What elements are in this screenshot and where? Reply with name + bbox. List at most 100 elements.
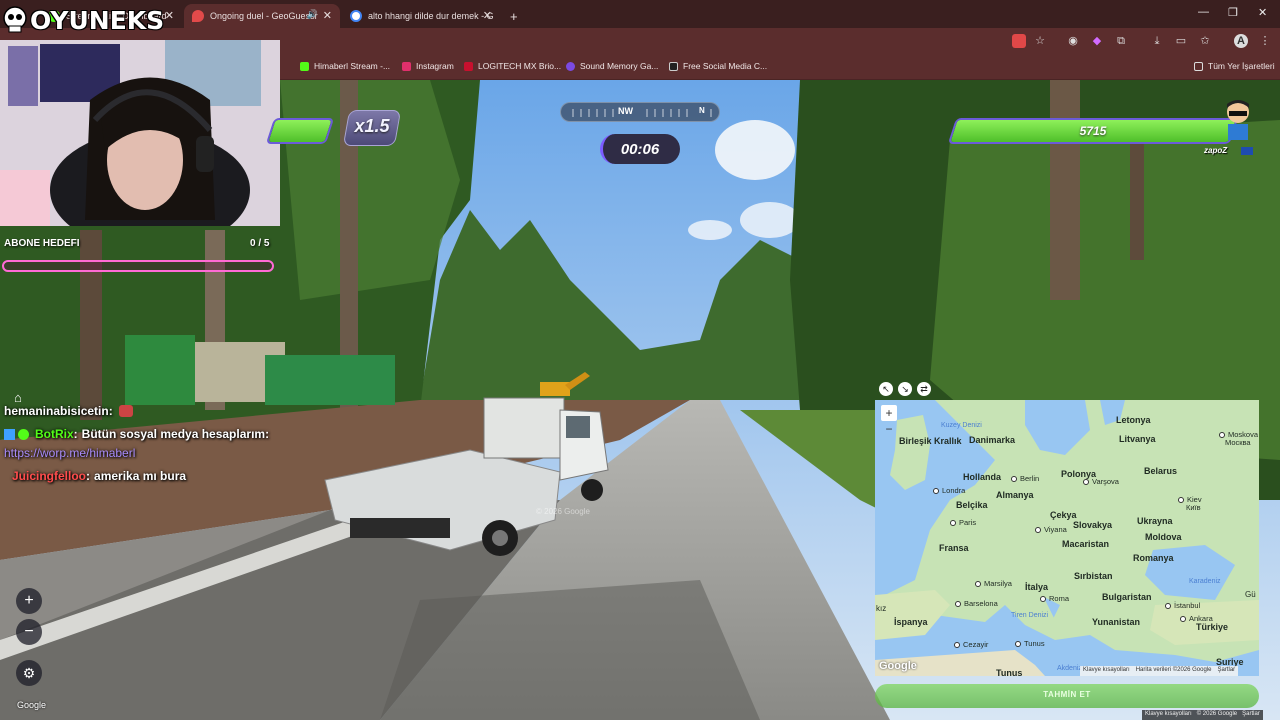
bookmark-label: LOGITECH MX Brio... bbox=[478, 61, 562, 71]
footer-link[interactable]: Klavye kısayolları bbox=[1145, 711, 1192, 719]
download-icon[interactable]: ⤓ bbox=[1150, 34, 1164, 48]
close-icon[interactable]: ✕ bbox=[323, 9, 332, 22]
footer-link[interactable]: Şartlar bbox=[1242, 711, 1260, 719]
close-icon[interactable]: ✕ bbox=[483, 9, 492, 22]
map-label: İtalya bbox=[1025, 582, 1049, 592]
map-label: Yunanistan bbox=[1092, 617, 1141, 627]
map-attribution-item[interactable]: Şartlar bbox=[1217, 667, 1235, 675]
emote-icon bbox=[118, 405, 133, 417]
chat-link[interactable]: https://worp.me/himaberl bbox=[4, 446, 135, 460]
zoom-in-button[interactable]: + bbox=[16, 588, 42, 614]
maximize-button[interactable]: ❐ bbox=[1228, 6, 1238, 19]
gear-icon[interactable]: ⚙ bbox=[16, 660, 42, 686]
map-label: Almanya bbox=[996, 490, 1034, 500]
map-label: Belçika bbox=[956, 500, 988, 510]
reading-list-icon[interactable]: ▭ bbox=[1174, 34, 1188, 48]
map-zoom-in-button[interactable]: + bbox=[881, 405, 897, 421]
sub-goal-label: ABONE HEDEFI bbox=[4, 238, 80, 249]
expand-icon[interactable]: ↖ bbox=[879, 382, 893, 396]
compass bbox=[560, 102, 720, 122]
puzzle-icon[interactable]: ⧉ bbox=[1114, 34, 1128, 48]
stream-logo: OYUNEKS bbox=[0, 2, 164, 38]
chat-message: BotRix : Bütün sosyal medya hesaplarım: bbox=[4, 427, 269, 441]
map-zoom-out-button[interactable]: − bbox=[881, 422, 897, 436]
map-label: Berlin bbox=[1011, 474, 1039, 483]
profile-icon[interactable]: A bbox=[1234, 34, 1248, 48]
bookmark-item[interactable]: Instagram bbox=[402, 61, 454, 71]
bookmarks-icon[interactable]: ✩ bbox=[1198, 34, 1212, 48]
map-label: Ukrayna bbox=[1137, 516, 1173, 526]
map-label: Bulgaristan bbox=[1102, 592, 1152, 602]
map-label: Danimarka bbox=[969, 435, 1016, 445]
webcam-image bbox=[0, 40, 280, 226]
google-icon bbox=[350, 10, 362, 22]
chat-username: hemaninabisicetin bbox=[4, 404, 109, 418]
map-label: Marsilya bbox=[975, 579, 1012, 588]
player-right-name: zapoZ bbox=[1204, 146, 1228, 155]
folder-icon bbox=[1194, 61, 1203, 71]
player-right-health-value: 5715 bbox=[1079, 124, 1107, 138]
all-bookmarks-label: Tüm Yer İşaretleri bbox=[1208, 61, 1275, 71]
shrink-icon[interactable]: ↘ bbox=[898, 382, 912, 396]
menu-icon[interactable]: ⋮ bbox=[1258, 34, 1272, 48]
game-icon bbox=[566, 61, 575, 71]
map-label: Karadeniz bbox=[1189, 578, 1221, 585]
verified-badge-icon bbox=[18, 428, 29, 440]
cast-icon[interactable] bbox=[1012, 34, 1026, 48]
chat-message: hemaninabisicetin : bbox=[4, 404, 133, 418]
minimize-button[interactable]: — bbox=[1198, 6, 1209, 18]
sub-goal-progress-bar bbox=[2, 260, 274, 272]
map-label: Tunus bbox=[1015, 639, 1045, 648]
star-icon[interactable]: ☆ bbox=[1033, 34, 1047, 48]
chat-separator: : bbox=[73, 427, 78, 441]
map-google-logo: Google bbox=[879, 660, 917, 672]
map-label: Cezayir bbox=[954, 640, 988, 649]
tab-strip: Stream - Kick Dashboard ✕ Ongoing duel -… bbox=[0, 0, 1280, 28]
map-label: Sırbistan bbox=[1074, 571, 1113, 581]
map-attribution-item: Harita verileri ©2026 Google bbox=[1135, 667, 1212, 673]
zoom-out-button[interactable]: − bbox=[16, 619, 42, 645]
bookmark-label: Instagram bbox=[416, 61, 454, 71]
new-tab-button[interactable]: + bbox=[502, 4, 522, 28]
chat-username: BotRix bbox=[35, 427, 74, 441]
guess-button-label: TAHMİN ET bbox=[1043, 690, 1091, 699]
bookmark-item[interactable]: Free Social Media C... bbox=[669, 61, 767, 71]
bookmark-item[interactable]: Sound Memory Ga... bbox=[566, 61, 658, 71]
chat-text: Bütün sosyal medya hesaplarım: bbox=[81, 427, 270, 441]
close-window-button[interactable]: ✕ bbox=[1258, 6, 1267, 19]
map-attribution: Klavye kısayolları Harita verileri ©2026… bbox=[1080, 666, 1239, 676]
bookmark-item[interactable]: LOGITECH MX Brio... bbox=[464, 61, 561, 71]
map-label: Barselona bbox=[955, 599, 998, 608]
chat-text: amerika mı bura bbox=[94, 469, 187, 483]
tab-google-search[interactable]: alto hhangi dilde dur demek - G ✕ bbox=[342, 4, 500, 28]
speaker-icon[interactable]: 🔊 bbox=[307, 9, 318, 20]
map-label: Viyana bbox=[1035, 525, 1067, 534]
extension-icon[interactable]: ◆ bbox=[1090, 34, 1104, 48]
guess-map[interactable]: + − Kuzey Denizi Karadeniz Tiren Denizi … bbox=[875, 400, 1259, 676]
tab-geoguessr[interactable]: Ongoing duel - GeoGuessr 🔊 ✕ bbox=[184, 4, 340, 28]
bookmark-label: Himaberl Stream -... bbox=[314, 61, 391, 71]
map-label: Belarus bbox=[1144, 466, 1178, 476]
map-label: Letonya bbox=[1116, 415, 1151, 425]
vp-icon bbox=[669, 61, 678, 71]
map-label: Київ bbox=[1186, 503, 1201, 512]
logo-text: OYUNEKS bbox=[30, 5, 165, 35]
all-bookmarks-folder[interactable]: Tüm Yer İşaretleri bbox=[1194, 61, 1275, 71]
close-icon[interactable]: ✕ bbox=[165, 9, 174, 22]
avatar-icon bbox=[1227, 100, 1249, 140]
bot-badge-icon bbox=[4, 428, 15, 440]
bookmark-item[interactable]: Himaberl Stream -... bbox=[300, 61, 390, 71]
map-label: Çekya bbox=[1050, 510, 1077, 520]
map-label: kız bbox=[876, 604, 887, 613]
map-label: Москва bbox=[1225, 438, 1251, 447]
extension-icon[interactable]: ◉ bbox=[1066, 34, 1080, 48]
player-left-health-fill bbox=[268, 120, 332, 142]
map-label: Roma bbox=[1040, 594, 1069, 603]
pin-icon[interactable]: ⇄ bbox=[917, 382, 931, 396]
bookmark-label: Free Social Media C... bbox=[683, 61, 768, 71]
chat-username: Juicingfelloo bbox=[12, 469, 87, 483]
map-label: Tiren Denizi bbox=[1011, 612, 1049, 619]
map-attribution-item[interactable]: Klavye kısayolları bbox=[1083, 667, 1130, 675]
bookmark-label: Sound Memory Ga... bbox=[580, 61, 659, 71]
map-label: Paris bbox=[950, 518, 976, 527]
